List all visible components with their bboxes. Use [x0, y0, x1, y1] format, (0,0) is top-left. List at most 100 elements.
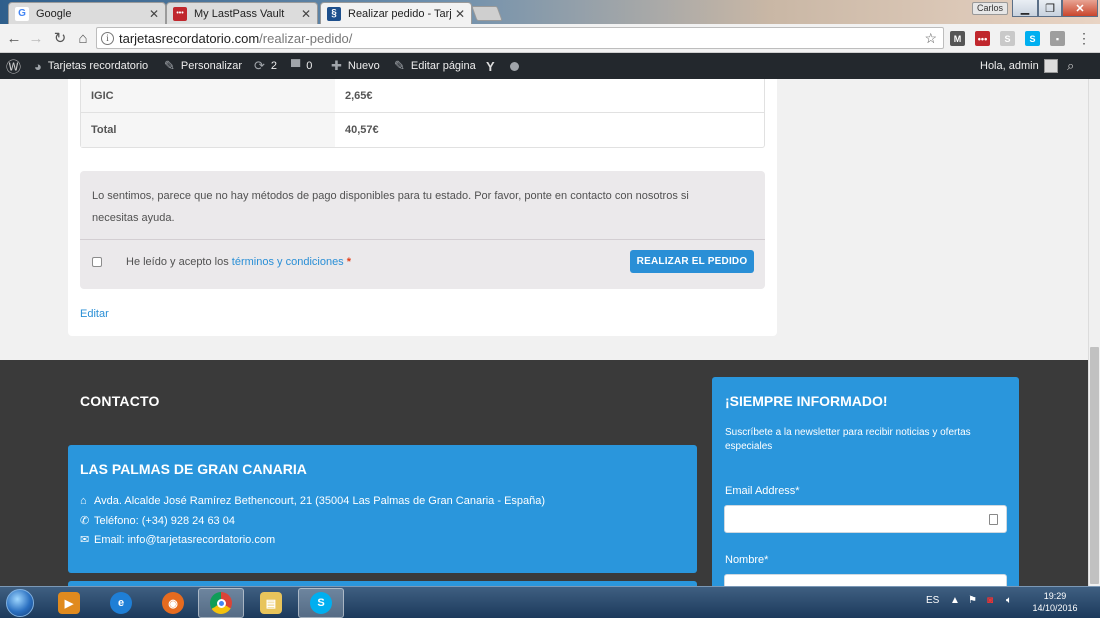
- terms-link[interactable]: términos y condiciones: [232, 256, 344, 268]
- close-icon[interactable]: ✕: [301, 7, 311, 21]
- chrome-icon: [210, 592, 232, 614]
- reload-icon[interactable]: ↻: [50, 28, 70, 48]
- firefox-app[interactable]: ◉: [150, 588, 196, 618]
- site-name-link[interactable]: ◕ Tarjetas recordatorio: [34, 53, 148, 79]
- lastpass-extension-icon[interactable]: •••: [975, 31, 990, 46]
- pencil-icon: ✎: [394, 58, 405, 73]
- skype-app[interactable]: S: [298, 588, 344, 618]
- email-text: Email: info@tarjetasrecordatorio.com: [94, 534, 276, 546]
- customize-label: Personalizar: [180, 60, 243, 72]
- yoast-seo-icon[interactable]: Y: [486, 53, 501, 79]
- wordpress-logo-icon[interactable]: Ⓦ: [6, 53, 27, 79]
- back-icon[interactable]: ←: [4, 28, 24, 48]
- media-player-app[interactable]: ▶: [46, 588, 92, 618]
- edit-page-link[interactable]: ✎ Editar página: [394, 53, 476, 79]
- tab-realizar-pedido[interactable]: § Realizar pedido - Tarjetas ✕: [320, 2, 472, 24]
- scrollbar-thumb[interactable]: [1090, 347, 1099, 584]
- url-text[interactable]: tarjetasrecordatorio.com/realizar-pedido…: [119, 31, 924, 46]
- divider: [80, 239, 765, 240]
- clock-time: 19:29: [1043, 591, 1067, 601]
- phone-text: Teléfono: (+34) 928 24 63 04: [94, 515, 235, 527]
- new-label: Nuevo: [347, 60, 380, 72]
- edit-page-label: Editar página: [410, 60, 476, 72]
- home-icon: ⌂: [80, 495, 87, 507]
- forward-icon[interactable]: →: [26, 28, 46, 48]
- mail-extension-icon[interactable]: M: [950, 31, 965, 46]
- plus-icon: ✚: [331, 58, 342, 73]
- search-icon[interactable]: ⌕: [1067, 53, 1080, 79]
- volume-icon[interactable]: 🔈︎: [1006, 595, 1012, 606]
- greeting-label: Hola, admin: [980, 60, 1039, 72]
- email-field[interactable]: [724, 505, 1007, 533]
- comments-link[interactable]: ▀ 0: [291, 53, 312, 79]
- table-row: IGIC 2,65€: [81, 79, 764, 113]
- page-scrollbar[interactable]: [1088, 79, 1100, 586]
- network-alert-icon[interactable]: ◙: [987, 595, 993, 606]
- order-totals-table: IGIC 2,65€ Total 40,57€: [80, 79, 765, 148]
- maximize-button[interactable]: ❐: [1038, 0, 1062, 17]
- close-icon[interactable]: ✕: [455, 7, 465, 21]
- site-favicon-icon: §: [327, 6, 341, 21]
- google-icon: G: [15, 6, 29, 21]
- extension-icon[interactable]: ▪: [1050, 31, 1065, 46]
- internet-explorer-icon: e: [110, 592, 132, 614]
- tray-arrow-icon[interactable]: ▲: [950, 595, 960, 606]
- updates-icon: ⟳: [254, 58, 265, 73]
- close-window-button[interactable]: ✕: [1062, 0, 1098, 17]
- profile-badge[interactable]: Carlos: [972, 2, 1009, 15]
- required-marker: *: [346, 256, 352, 268]
- updates-link[interactable]: ⟳ 2: [254, 53, 277, 79]
- newsletter-title: ¡SIEMPRE INFORMADO!: [725, 393, 888, 409]
- chrome-app[interactable]: [198, 588, 244, 618]
- internet-explorer-app[interactable]: e: [98, 588, 144, 618]
- my-account-link[interactable]: Hola, admin: [980, 53, 1058, 79]
- minimize-button[interactable]: ▁: [1012, 0, 1038, 17]
- tab-lastpass[interactable]: ••• My LastPass Vault ✕: [166, 2, 318, 24]
- start-button[interactable]: [6, 589, 34, 617]
- folder-icon: ▤: [260, 592, 282, 614]
- url-path: /realizar-pedido/: [259, 30, 353, 46]
- language-indicator[interactable]: ES: [926, 595, 939, 606]
- avatar: [1043, 59, 1058, 73]
- skype-grey-icon[interactable]: S: [1000, 31, 1015, 46]
- customize-link[interactable]: ✎ Personalizar: [164, 53, 242, 79]
- system-clock[interactable]: 19:29 14/10/2016: [1028, 590, 1082, 614]
- office-email[interactable]: ✉ Email: info@tarjetasrecordatorio.com: [80, 533, 275, 546]
- dashboard-icon: ◕: [34, 58, 42, 74]
- wp-admin-bar: Ⓦ ◕ Tarjetas recordatorio ✎ Personalizar ⟳…: [0, 53, 1100, 79]
- row-label: IGIC: [81, 79, 335, 112]
- place-order-button[interactable]: REALIZAR EL PEDIDO: [630, 250, 754, 273]
- skype-icon[interactable]: S: [1025, 31, 1040, 46]
- edit-link[interactable]: Editar: [80, 308, 109, 320]
- terms-checkbox[interactable]: [92, 257, 102, 267]
- media-player-icon: ▶: [58, 592, 80, 614]
- checkout-card: IGIC 2,65€ Total 40,57€ Lo sentimos, par…: [68, 79, 777, 336]
- site-name-label: Tarjetas recordatorio: [47, 60, 149, 72]
- flag-icon[interactable]: ⚑: [968, 595, 977, 606]
- newsletter-description: Suscríbete a la newsletter para recibir …: [725, 427, 971, 452]
- tab-title: Realizar pedido - Tarjetas: [348, 7, 451, 20]
- table-row: Total 40,57€: [81, 113, 764, 147]
- office-card: LAS PALMAS DE GRAN CANARIA ⌂ Avda. Alcald…: [68, 445, 697, 573]
- info-icon[interactable]: i: [101, 31, 114, 45]
- terms-label: He leído y acepto los términos y condici…: [126, 256, 351, 268]
- page-content: IGIC 2,65€ Total 40,57€ Lo sentimos, par…: [0, 79, 1088, 360]
- comment-icon: ▀: [291, 58, 301, 74]
- menu-dots-icon[interactable]: ⋮: [1074, 28, 1094, 48]
- lastpass-field-icon[interactable]: [989, 514, 998, 525]
- tab-google[interactable]: G Google ✕: [8, 2, 166, 24]
- close-icon[interactable]: ✕: [149, 7, 159, 21]
- tab-title: Google: [36, 7, 72, 20]
- new-content-link[interactable]: ✚ Nuevo: [331, 53, 380, 79]
- new-tab-button[interactable]: [471, 6, 503, 21]
- home-icon[interactable]: ⌂: [73, 28, 93, 48]
- row-value: 2,65€: [345, 89, 373, 102]
- bookmark-star-icon[interactable]: ☆: [924, 30, 937, 47]
- address-text: Avda. Alcalde José Ramírez Bethencourt, …: [94, 495, 546, 507]
- seo-status-dot-icon: [510, 53, 519, 79]
- envelope-icon: ✉: [80, 534, 90, 546]
- brush-icon: ✎: [164, 58, 175, 73]
- explorer-app[interactable]: ▤: [248, 588, 294, 618]
- address-bar[interactable]: i tarjetasrecordatorio.com/realizar-pedi…: [96, 27, 944, 49]
- email-label: Email Address*: [725, 485, 800, 497]
